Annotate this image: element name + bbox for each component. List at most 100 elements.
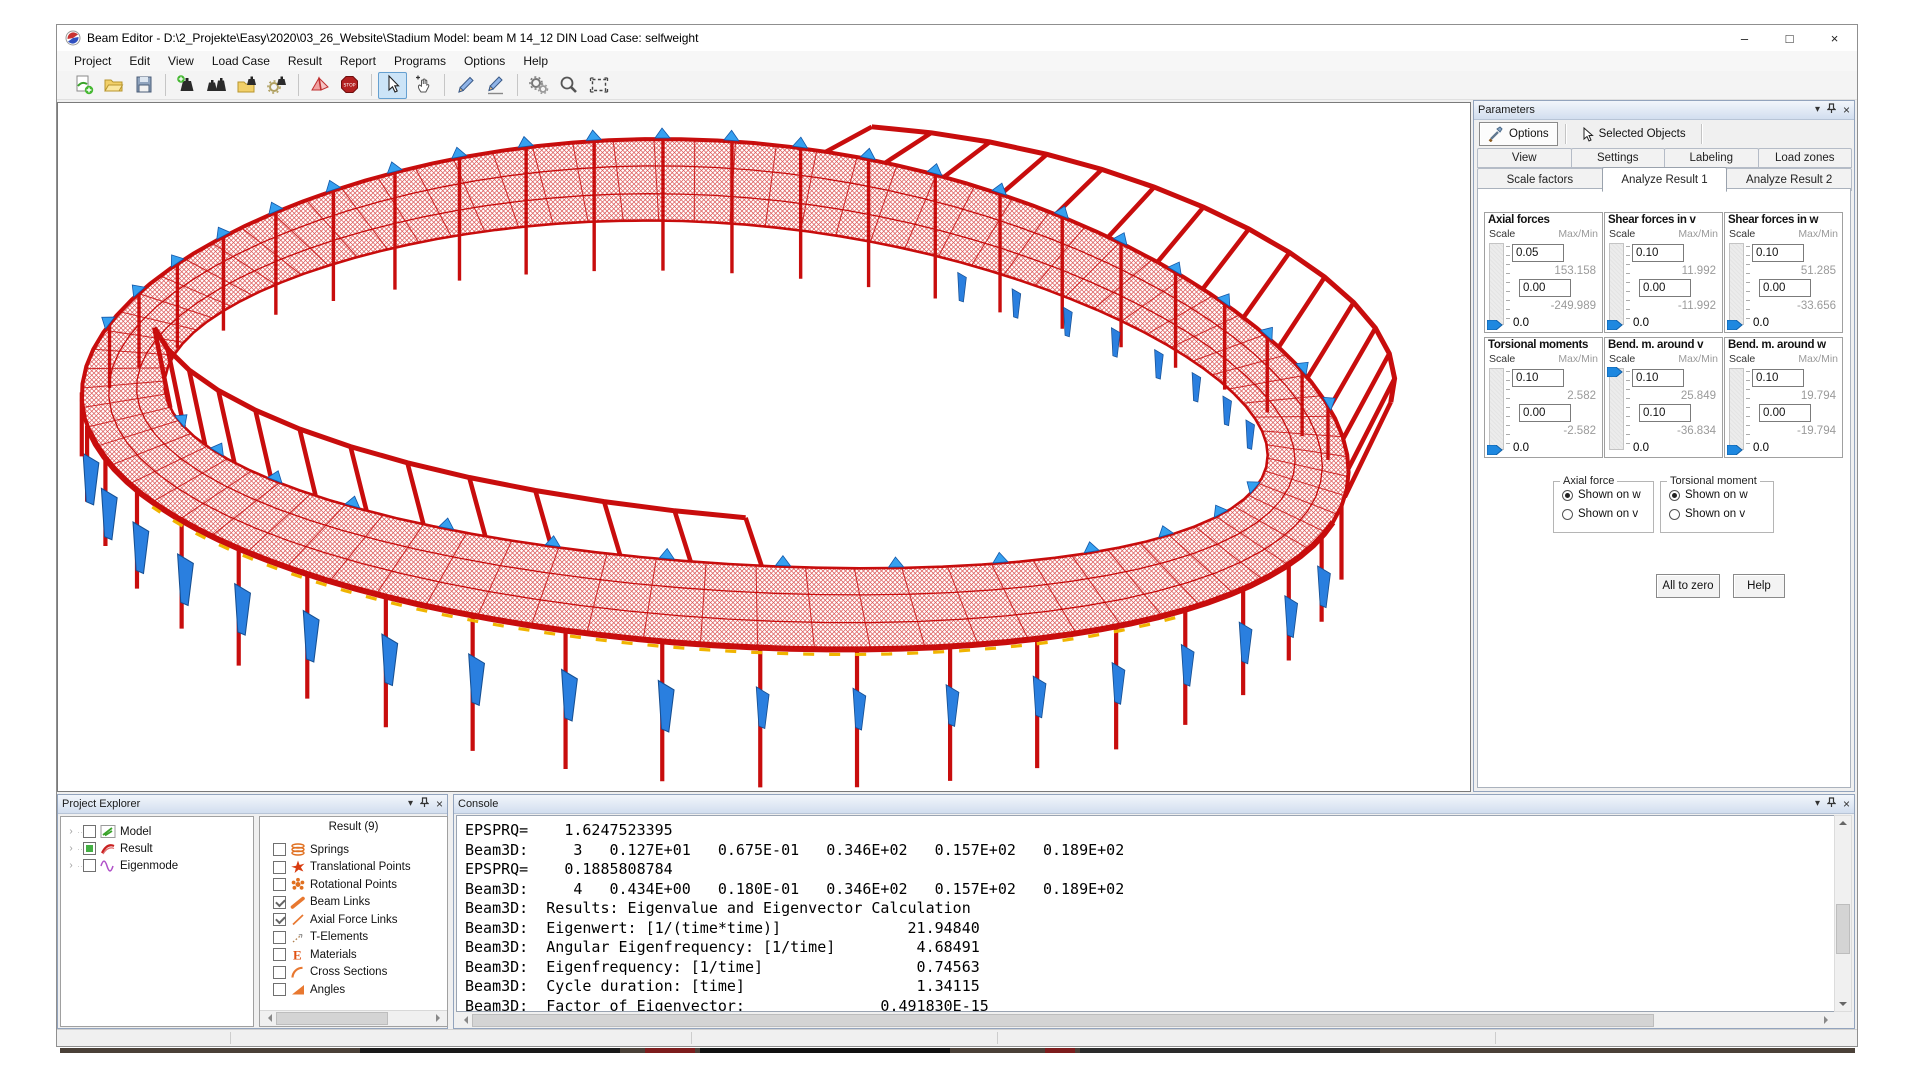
options-button[interactable]: Options	[1479, 122, 1558, 146]
slider-thumb[interactable]	[1607, 319, 1623, 329]
menu-load-case[interactable]: Load Case	[203, 53, 279, 69]
console-vertical-scrollbar[interactable]	[1834, 815, 1852, 1012]
scroll-right-icon[interactable]	[1820, 1013, 1835, 1027]
scale-top-input[interactable]: 0.10	[1632, 369, 1684, 387]
scroll-left-icon[interactable]	[260, 1011, 275, 1025]
scale-bottom-input[interactable]: 0.00	[1759, 279, 1811, 297]
slider-thumb[interactable]	[1607, 366, 1623, 376]
result-checkbox[interactable]	[273, 896, 286, 909]
scale-top-input[interactable]: 0.10	[1512, 369, 1564, 387]
stop-button[interactable]: STOP	[335, 72, 364, 99]
loadcase-settings-button[interactable]	[262, 72, 291, 99]
result-item-rotational-points[interactable]: Rotational Points	[273, 876, 397, 893]
panel-menu-icon[interactable]: ▾	[1815, 799, 1820, 809]
menu-project[interactable]: Project	[65, 53, 120, 69]
result-list-scrollbar[interactable]	[260, 1010, 447, 1026]
result-checkbox[interactable]	[273, 878, 286, 891]
radio-shown-on-w[interactable]: Shown on w	[1562, 489, 1653, 501]
close-panel-icon[interactable]: ×	[1843, 799, 1850, 809]
result-item-cross-sections[interactable]: Cross Sections	[273, 964, 387, 981]
scale-top-input[interactable]: 0.10	[1632, 244, 1684, 262]
duplicate-loadcase-button[interactable]	[202, 72, 231, 99]
open-loadcase-button[interactable]	[232, 72, 261, 99]
tree-checkbox[interactable]	[83, 825, 96, 838]
model-viewport[interactable]	[57, 102, 1471, 792]
scale-bottom-input[interactable]: 0.00	[1519, 279, 1571, 297]
add-loadcase-button[interactable]	[172, 72, 201, 99]
tree-item-eigenmode[interactable]: ›··Eigenmode	[65, 857, 178, 874]
show-results-button[interactable]	[305, 72, 334, 99]
scale-bottom-input[interactable]: 0.00	[1759, 404, 1811, 422]
expander-icon[interactable]: ›	[65, 860, 77, 871]
menu-options[interactable]: Options	[455, 53, 514, 69]
slider-thumb[interactable]	[1487, 319, 1503, 329]
maximize-button[interactable]: □	[1767, 25, 1812, 51]
new-model-button[interactable]	[69, 72, 98, 99]
scroll-down-icon[interactable]	[1835, 997, 1850, 1011]
scale-slider[interactable]	[1729, 243, 1744, 325]
result-item-t-elements[interactable]: T-Elements	[273, 929, 368, 946]
radio-shown-on-v[interactable]: Shown on v	[1669, 508, 1773, 520]
result-checkbox[interactable]	[273, 931, 286, 944]
help-button[interactable]: Help	[1733, 574, 1785, 598]
menu-result[interactable]: Result	[279, 53, 331, 69]
scroll-thumb[interactable]	[276, 1012, 388, 1025]
save-model-button[interactable]	[129, 72, 158, 99]
result-item-beam-links[interactable]: Beam Links	[273, 894, 370, 911]
fit-view-button[interactable]	[584, 72, 613, 99]
scale-bottom-input[interactable]: 0.00	[1639, 279, 1691, 297]
result-item-materials[interactable]: EMaterials	[273, 946, 357, 963]
scroll-thumb[interactable]	[472, 1014, 1654, 1027]
tree-item-model[interactable]: ›··Model	[65, 823, 151, 840]
scale-bottom-input[interactable]: 0.00	[1519, 404, 1571, 422]
scroll-right-icon[interactable]	[432, 1011, 447, 1025]
tab-settings[interactable]: Settings	[1571, 148, 1666, 168]
scale-top-input[interactable]: 0.05	[1512, 244, 1564, 262]
selected-objects-button[interactable]: Selected Objects	[1573, 124, 1694, 145]
radio-shown-on-v[interactable]: Shown on v	[1562, 508, 1653, 520]
slider-thumb[interactable]	[1727, 319, 1743, 329]
menu-help[interactable]: Help	[514, 53, 557, 69]
draw-link-button[interactable]	[481, 72, 510, 99]
close-panel-icon[interactable]: ×	[1843, 105, 1850, 115]
all-to-zero-button[interactable]: All to zero	[1656, 574, 1720, 598]
result-checkbox[interactable]	[273, 861, 286, 874]
scroll-up-icon[interactable]	[1835, 816, 1850, 830]
result-item-springs[interactable]: Springs	[273, 841, 349, 858]
tab-load-zones[interactable]: Load zones	[1758, 148, 1853, 168]
menu-programs[interactable]: Programs	[385, 53, 455, 69]
pin-icon[interactable]	[420, 797, 429, 811]
zoom-tool-button[interactable]	[554, 72, 583, 99]
tree-checkbox[interactable]	[83, 859, 96, 872]
close-panel-icon[interactable]: ×	[436, 799, 443, 809]
scale-slider[interactable]	[1489, 243, 1504, 325]
scale-slider[interactable]	[1729, 368, 1744, 450]
console-horizontal-scrollbar[interactable]	[456, 1013, 1835, 1027]
scale-slider[interactable]	[1489, 368, 1504, 450]
menu-view[interactable]: View	[159, 53, 203, 69]
result-checkbox[interactable]	[273, 843, 286, 856]
panel-menu-icon[interactable]: ▾	[1815, 105, 1820, 115]
radio-shown-on-w[interactable]: Shown on w	[1669, 489, 1773, 501]
tree-item-result[interactable]: ›··Result	[65, 840, 153, 857]
scale-slider[interactable]	[1609, 368, 1624, 450]
result-item-axial-force-links[interactable]: Axial Force Links	[273, 911, 398, 928]
tab-view[interactable]: View	[1477, 148, 1572, 168]
open-model-button[interactable]	[99, 72, 128, 99]
tree-checkbox[interactable]	[83, 842, 96, 855]
scroll-thumb[interactable]	[1836, 904, 1850, 954]
mechanisms-button[interactable]	[524, 72, 553, 99]
scale-top-input[interactable]: 0.10	[1752, 369, 1804, 387]
result-checkbox[interactable]	[273, 913, 286, 926]
menu-edit[interactable]: Edit	[120, 53, 159, 69]
scale-top-input[interactable]: 0.10	[1752, 244, 1804, 262]
result-item-angles[interactable]: Angles	[273, 981, 345, 998]
result-checkbox[interactable]	[273, 983, 286, 996]
scale-slider[interactable]	[1609, 243, 1624, 325]
draw-beam-button[interactable]	[451, 72, 480, 99]
result-checkbox[interactable]	[273, 948, 286, 961]
scroll-left-icon[interactable]	[456, 1013, 471, 1027]
slider-thumb[interactable]	[1487, 444, 1503, 454]
pan-tool-button[interactable]	[408, 72, 437, 99]
panel-menu-icon[interactable]: ▾	[408, 799, 413, 809]
